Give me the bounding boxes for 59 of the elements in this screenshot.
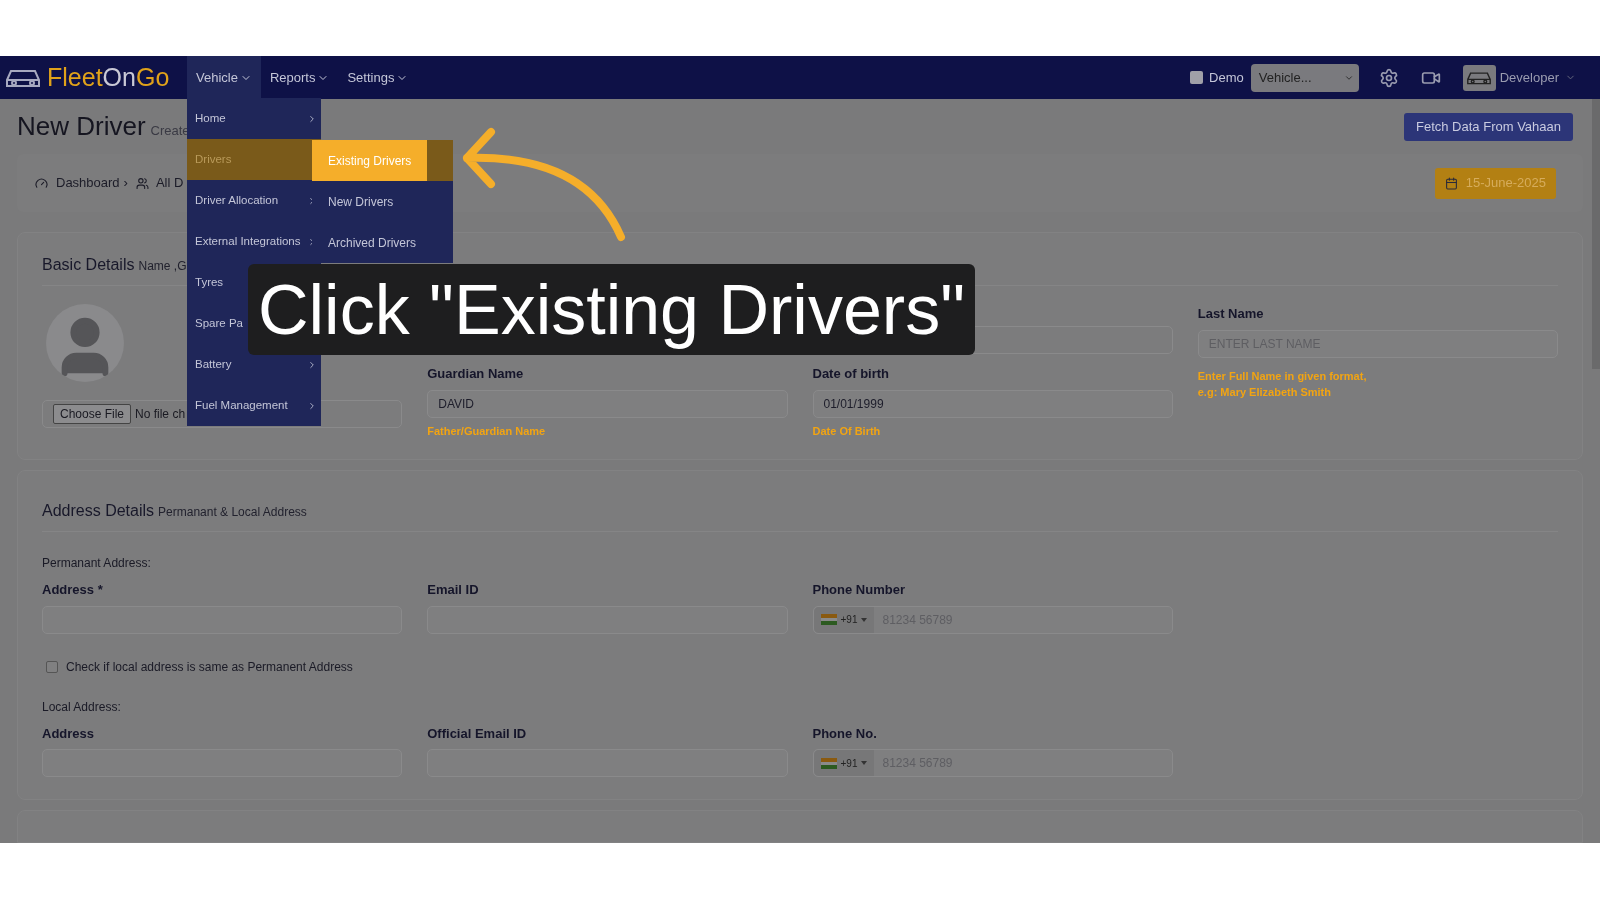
settings-icon[interactable] <box>1378 67 1399 88</box>
field-label: Phone Number <box>812 581 906 599</box>
field-label: Address * <box>42 581 104 599</box>
field-label: Address <box>42 724 96 743</box>
nav-menu[interactable]: Reports <box>260 56 339 99</box>
calendar-icon <box>1444 176 1458 190</box>
field-label: Official Email ID <box>427 724 528 743</box>
page-subtitle: Create <box>150 122 190 140</box>
caret-icon <box>861 761 868 765</box>
submenu-item[interactable]: New Drivers <box>312 181 410 222</box>
field-hint: Father/Guardian Name <box>427 423 547 439</box>
caret-icon <box>861 617 868 622</box>
logo-text: FleetOnGo <box>47 65 170 90</box>
breadcrumb-separator: › <box>123 174 128 193</box>
choose-file-button[interactable]: Choose File <box>53 404 132 424</box>
section-subtitle: Name ,G <box>138 258 187 275</box>
chevron-icon <box>307 113 317 124</box>
checkbox-label: Check if local address is same as Permanent Address <box>66 658 353 676</box>
checkbox[interactable] <box>46 660 58 673</box>
instruction-tooltip: Click "Existing Drivers" <box>248 264 975 355</box>
nav-menu[interactable]: Vehicle <box>187 56 261 99</box>
scrollbar-thumb[interactable] <box>1592 99 1600 369</box>
field-label: Last Name <box>1197 305 1265 323</box>
page-title: New Driver <box>17 110 146 143</box>
field-label: Phone No. <box>812 724 878 743</box>
demo-checkbox[interactable] <box>1190 71 1204 84</box>
nav-menu[interactable]: Settings <box>338 56 418 99</box>
flag-icon <box>820 614 837 625</box>
country-code: +91 <box>840 756 858 771</box>
country-code: +91 <box>840 613 858 627</box>
users-icon <box>135 176 149 190</box>
user-avatar[interactable] <box>1462 64 1496 91</box>
chevron-icon <box>307 400 317 411</box>
section-title: Address Details <box>42 501 155 521</box>
flag-icon <box>820 757 837 769</box>
chevron-icon <box>307 359 317 370</box>
section-subtitle: Permanant & Local Address <box>158 504 307 521</box>
submenu-item[interactable]: Archived Drivers <box>312 222 433 263</box>
menu-item[interactable]: Home <box>187 98 321 139</box>
field-label: Guardian Name <box>427 365 525 383</box>
date-badge: 15-June-2025 <box>1434 167 1556 199</box>
user-name[interactable]: Developer <box>1499 67 1559 88</box>
dashboard-icon <box>35 176 48 190</box>
breadcrumb-link[interactable]: All D <box>155 173 184 193</box>
subsection-heading: Permanant Address: <box>42 555 151 572</box>
breadcrumb-link[interactable]: Dashboard <box>56 173 120 193</box>
field-hint: Date Of Birth <box>812 423 882 439</box>
menu-item[interactable]: Fuel Management <box>187 385 321 426</box>
section-title: Basic Details <box>42 255 135 275</box>
vehicle-select[interactable]: Vehicle... <box>1250 63 1359 92</box>
input-field[interactable]: 01/01/1999 <box>812 389 1173 418</box>
input-field[interactable]: DAVID <box>427 389 788 418</box>
file-status: No file ch <box>135 406 186 423</box>
field-label: Date of birth <box>812 365 891 383</box>
field-hint: Enter Full Name in given format, e.g: Mary Elizabeth Smith <box>1197 368 1368 400</box>
subsection-heading: Local Address: <box>42 698 121 716</box>
fetch-data-button[interactable]: Fetch Data From Vahaan <box>1404 112 1573 141</box>
demo-label: Demo <box>1209 68 1244 87</box>
field-label: Email ID <box>427 581 480 599</box>
